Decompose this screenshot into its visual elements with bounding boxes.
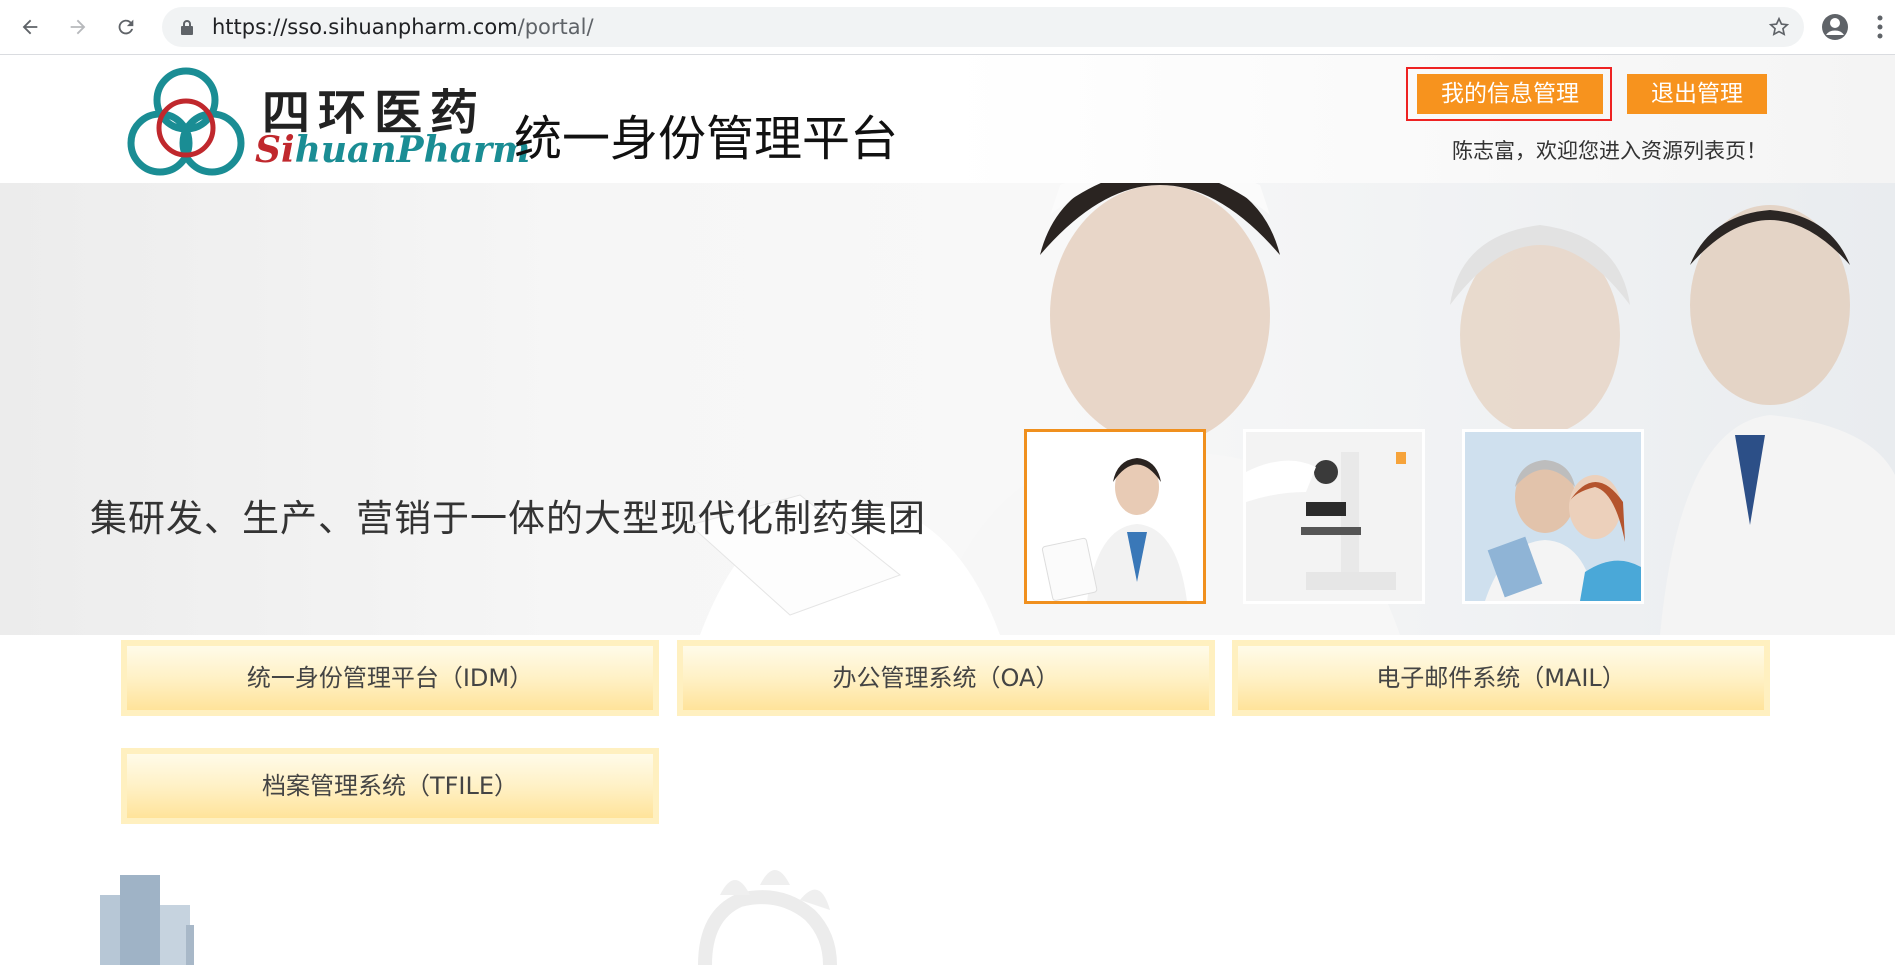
my-info-button[interactable]: 我的信息管理 [1417,74,1603,114]
system-button-mail[interactable]: 电子邮件系统（MAIL） [1232,640,1770,716]
address-bar[interactable]: https://sso.sihuanpharm.com/portal/ [162,7,1804,47]
site-header: 四环医药 SihuanPharm 统一身份管理平台 我的信息管理 退出管理 陈志… [0,55,1895,183]
star-icon[interactable] [1768,16,1790,42]
system-button-oa[interactable]: 办公管理系统（OA） [677,640,1215,716]
footer-decoration [100,870,837,965]
portal-page: 四环医药 SihuanPharm 统一身份管理平台 我的信息管理 退出管理 陈志… [0,55,1895,965]
researchers-thumbnail[interactable] [1462,429,1644,604]
menu-icon[interactable] [1876,12,1884,46]
doctor-thumbnail[interactable] [1024,429,1206,604]
page-title: 统一身份管理平台 [514,111,899,167]
hero-banner: 集研发、生产、营销于一体的大型现代化制药集团 [0,183,1895,635]
banner-slogan: 集研发、生产、营销于一体的大型现代化制药集团 [90,497,926,540]
profile-icon[interactable] [1820,12,1850,46]
back-icon[interactable] [14,11,46,43]
url-text: https://sso.sihuanpharm.com/portal/ [212,15,594,39]
logo-english-name: SihuanPharm [255,129,531,171]
system-button-tfile[interactable]: 档案管理系统（TFILE） [121,748,659,824]
welcome-message: 陈志富，欢迎您进入资源列表页！ [1452,139,1767,163]
microscope-thumbnail[interactable] [1243,429,1425,604]
forward-icon[interactable] [62,11,94,43]
sihuan-logo-icon [127,67,245,176]
logout-button[interactable]: 退出管理 [1627,74,1767,114]
lock-icon [180,19,194,39]
reload-icon[interactable] [110,11,142,43]
browser-toolbar: https://sso.sihuanpharm.com/portal/ [0,0,1895,55]
system-button-idm[interactable]: 统一身份管理平台（IDM） [121,640,659,716]
